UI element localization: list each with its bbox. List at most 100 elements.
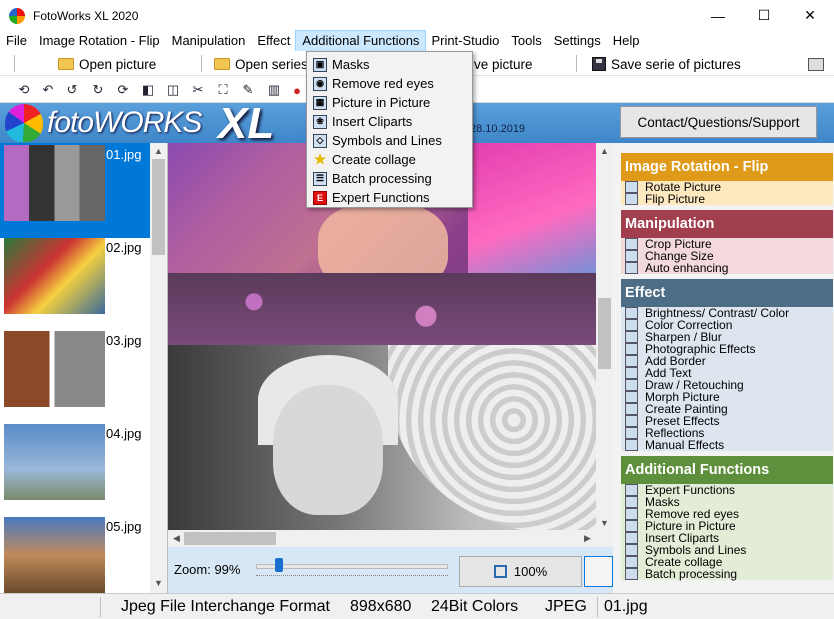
function-icon xyxy=(625,367,638,379)
levels-icon[interactable]: ▥ xyxy=(266,82,282,98)
save-picture-button[interactable]: ve picture xyxy=(474,54,533,74)
preview-horizontal-scrollbar[interactable]: ◀ ▶ xyxy=(168,530,596,547)
thumbnail-scrollbar[interactable]: ▲ ▼ xyxy=(150,143,167,593)
zoom-slider-track[interactable] xyxy=(256,564,448,569)
section-header[interactable]: Effect xyxy=(621,279,833,307)
function-icon xyxy=(625,484,638,496)
thumbnail-label[interactable]: 03.jpg xyxy=(106,333,141,348)
function-icon xyxy=(625,439,638,451)
panel-item-manual-effects[interactable]: Manual Effects xyxy=(621,439,833,451)
contact-support-button[interactable]: Contact/Questions/Support xyxy=(620,106,817,138)
dropdown-item-label: Expert Functions xyxy=(332,190,430,205)
status-divider xyxy=(100,597,101,617)
close-button[interactable]: ✕ xyxy=(787,0,833,31)
menu-image-rotation[interactable]: Image Rotation - Flip xyxy=(33,31,166,51)
function-icon xyxy=(625,331,638,343)
thumbnail-label[interactable]: 05.jpg xyxy=(106,519,141,534)
thumbnail-image[interactable] xyxy=(4,331,105,407)
minimize-button[interactable]: — xyxy=(695,0,741,31)
window-title: FotoWorks XL 2020 xyxy=(33,8,139,23)
panel-item-auto-enhancing[interactable]: Auto enhancing xyxy=(621,262,833,274)
dropdown-item-create-collage[interactable]: ★ Create collage xyxy=(307,150,472,169)
zoom-extra-button[interactable] xyxy=(584,556,613,587)
fit-icon xyxy=(493,565,507,578)
menu-file[interactable]: File xyxy=(0,31,33,51)
menu-help[interactable]: Help xyxy=(607,31,646,51)
thumbnail-image[interactable] xyxy=(4,238,105,314)
maximize-button[interactable]: ☐ xyxy=(741,0,787,31)
menu-additional-functions[interactable]: Additional Functions xyxy=(295,30,427,52)
thumbnail-panel: 01.jpg 02.jpg 03.jpg 04.jpg 05.jpg ▲ ▼ xyxy=(0,143,168,593)
dropdown-item-insert-cliparts[interactable]: ❀ Insert Cliparts xyxy=(307,112,472,131)
function-icon xyxy=(625,556,638,568)
function-icon xyxy=(625,415,638,427)
flip-icon[interactable]: ◧ xyxy=(140,82,156,98)
dropdown-item-symbols-and-lines[interactable]: ◇ Symbols and Lines xyxy=(307,131,472,150)
thumbnail-scroll-thumb[interactable] xyxy=(152,159,165,255)
undo-icon[interactable]: ↺ xyxy=(64,82,80,98)
vertical-scroll-thumb[interactable] xyxy=(598,298,611,369)
dropdown-item-label: Create collage xyxy=(332,152,416,167)
dropdown-item-remove-red-eyes[interactable]: ◉ Remove red eyes xyxy=(307,74,472,93)
thumbnail-label[interactable]: 04.jpg xyxy=(106,426,141,441)
scroll-up-icon[interactable]: ▲ xyxy=(150,143,167,159)
zoom-100-label: 100% xyxy=(513,564,548,579)
open-picture-button[interactable]: Open picture xyxy=(58,54,156,74)
scissors-icon[interactable]: ✂ xyxy=(190,82,206,98)
panel-item-flip-picture[interactable]: Flip Picture xyxy=(621,193,833,205)
thumbnail-label[interactable]: 01.jpg xyxy=(106,147,141,162)
zoom-100-button[interactable]: 100% xyxy=(459,556,582,587)
section-header[interactable]: Manipulation xyxy=(621,210,833,238)
crop-icon[interactable]: ⛶ xyxy=(215,82,231,98)
scroll-up-icon[interactable]: ▲ xyxy=(596,143,613,159)
scroll-right-icon[interactable]: ▶ xyxy=(579,530,596,546)
status-colors: 24Bit Colors xyxy=(431,598,519,615)
function-icon xyxy=(625,181,638,193)
toolbar-divider xyxy=(14,55,15,72)
thumbnail-image[interactable] xyxy=(4,424,105,500)
menu-manipulation[interactable]: Manipulation xyxy=(166,31,252,51)
mirror-icon[interactable]: ◫ xyxy=(165,82,181,98)
menu-effect[interactable]: Effect xyxy=(251,31,296,51)
pencil-icon[interactable]: ✎ xyxy=(240,82,256,98)
zoom-slider-ticks xyxy=(256,575,448,579)
open-series-button[interactable]: Open series xyxy=(214,54,308,74)
thumbnail-image[interactable] xyxy=(4,145,105,221)
rotate-left-icon[interactable]: ⟲ xyxy=(16,82,32,98)
app-icon xyxy=(9,7,25,24)
scroll-down-icon[interactable]: ▼ xyxy=(150,575,167,591)
section-header[interactable]: Additional Functions xyxy=(621,456,833,484)
balloon-logo-icon xyxy=(5,104,43,142)
thumbnail-label[interactable]: 02.jpg xyxy=(106,240,141,255)
print-button[interactable] xyxy=(808,54,824,74)
rotate-right-icon[interactable]: ⟳ xyxy=(115,82,131,98)
brand-logo-xl: XL xyxy=(218,103,275,143)
dropdown-item-expert-functions[interactable]: E Expert Functions xyxy=(307,188,472,207)
save-series-button[interactable]: Save serie of pictures xyxy=(592,54,741,74)
redo-icon[interactable]: ↻ xyxy=(90,82,106,98)
horizontal-scroll-thumb[interactable] xyxy=(184,532,276,545)
status-bar: Jpeg File Interchange Format 898x680 24B… xyxy=(0,593,834,619)
panel-item-batch-processing[interactable]: Batch processing xyxy=(621,568,833,580)
thumbnail-image[interactable] xyxy=(4,517,105,593)
scroll-down-icon[interactable]: ▼ xyxy=(596,515,613,531)
save-icon xyxy=(592,57,606,71)
function-icon xyxy=(625,319,638,331)
menu-tools[interactable]: Tools xyxy=(505,31,547,51)
dropdown-item-masks[interactable]: ▣ Masks xyxy=(307,55,472,74)
menu-settings[interactable]: Settings xyxy=(548,31,607,51)
menu-print-studio[interactable]: Print-Studio xyxy=(425,31,505,51)
zoom-slider-handle[interactable] xyxy=(275,558,284,572)
color-icon[interactable]: ● xyxy=(289,82,305,98)
function-icon xyxy=(625,250,638,262)
section-header[interactable]: Image Rotation - Flip xyxy=(621,153,833,181)
symbols-icon: ◇ xyxy=(313,133,327,148)
dropdown-item-picture-in-picture[interactable]: ▦ Picture in Picture xyxy=(307,93,472,112)
zoom-label: Zoom: 99% xyxy=(174,562,241,577)
rotate-left-90-icon[interactable]: ↶ xyxy=(40,82,56,98)
scroll-left-icon[interactable]: ◀ xyxy=(168,530,185,546)
dropdown-item-batch-processing[interactable]: ☰ Batch processing xyxy=(307,169,472,188)
preview-vertical-scrollbar[interactable]: ▲ ▼ xyxy=(596,143,613,533)
dropdown-item-label: Symbols and Lines xyxy=(332,133,442,148)
preview-result-image xyxy=(168,345,598,533)
